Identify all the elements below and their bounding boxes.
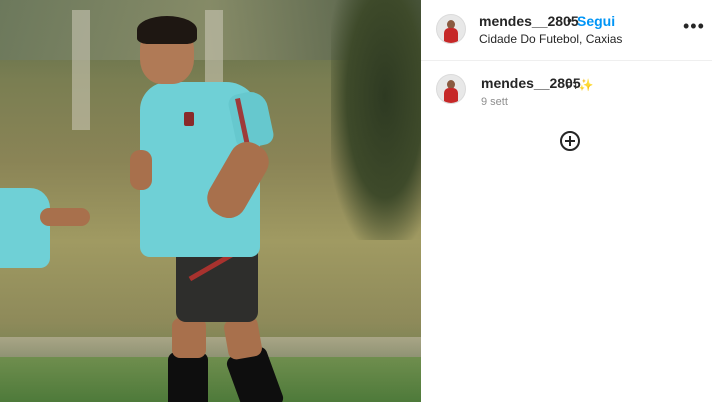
background-grass: [0, 357, 421, 402]
teammate-arm: [0, 188, 50, 268]
background-tree: [331, 0, 421, 240]
player-crest: [184, 112, 194, 126]
teammate-hand: [40, 208, 90, 226]
post-side-panel: mendes__2805 • Segui Cidade Do Futebol, …: [421, 0, 712, 402]
follow-button[interactable]: Segui: [577, 13, 615, 29]
background-post: [72, 10, 90, 130]
sparkles-emoji: ✨: [578, 78, 594, 92]
avatar-body: [444, 88, 458, 103]
player-sock-left: [168, 352, 208, 402]
separator-dot: •: [567, 12, 572, 28]
commenter-avatar[interactable]: [436, 74, 466, 104]
player-hair: [137, 16, 197, 44]
caption-comment: mendes__2805 PT✨ 9 sett: [421, 60, 712, 120]
background-track: [0, 337, 421, 357]
add-circle-icon[interactable]: [560, 131, 580, 151]
caption-label: PT: [566, 81, 579, 92]
comment-date[interactable]: 9 sett: [481, 96, 508, 108]
post-header: mendes__2805 • Segui Cidade Do Futebol, …: [421, 0, 712, 61]
more-options-icon[interactable]: •••: [683, 16, 704, 36]
author-avatar[interactable]: [436, 14, 466, 44]
player-arm-left: [130, 150, 152, 190]
post-location[interactable]: Cidade Do Futebol, Caxias: [479, 32, 622, 46]
author-username[interactable]: mendes__2805: [479, 13, 579, 29]
avatar-body: [444, 28, 458, 43]
player-leg-left: [172, 318, 206, 358]
caption-text: PT✨: [566, 78, 594, 92]
player-leg-right: [222, 315, 264, 361]
post-image: [0, 0, 421, 402]
